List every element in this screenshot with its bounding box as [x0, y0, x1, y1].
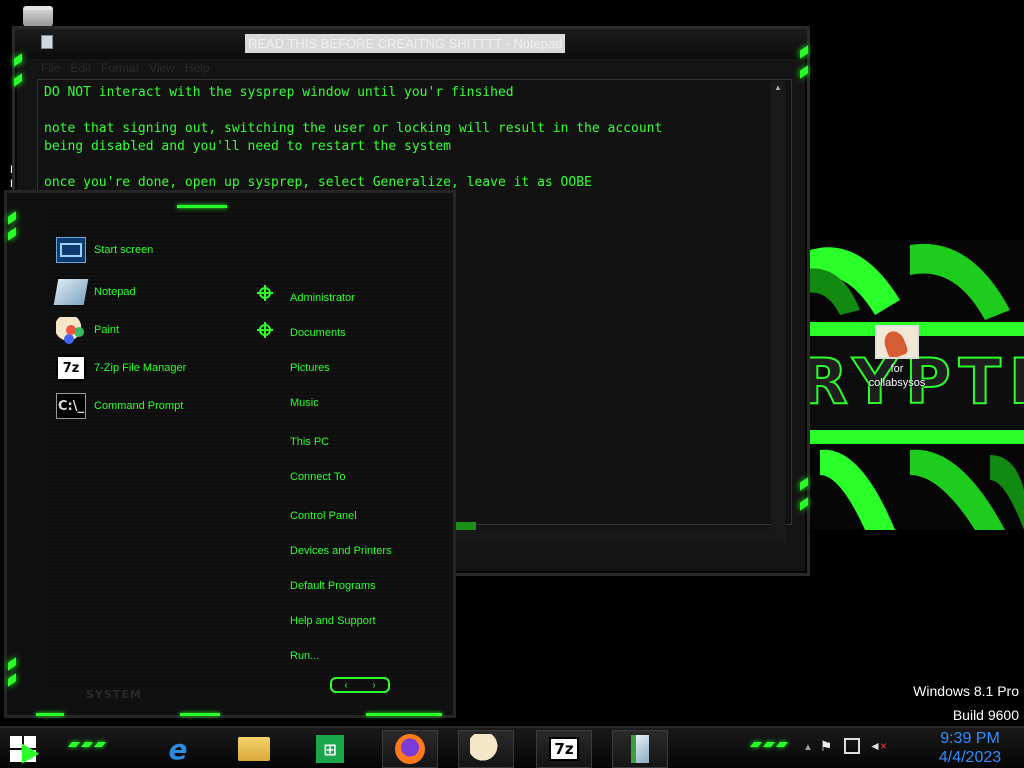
desktop-shortcut-label: for collabsysos — [868, 363, 926, 389]
start-place-help-support[interactable]: Help and Support — [290, 615, 376, 627]
menu-help[interactable]: Help — [185, 61, 210, 79]
cmd-icon: C:\_ — [56, 393, 86, 419]
start-place-default-programs[interactable]: Default Programs — [290, 580, 376, 592]
clock-date: 4/4/2023 — [938, 749, 1002, 766]
taskbar-internet-explorer[interactable]: e — [150, 730, 206, 768]
start-place-run[interactable]: Run... — [290, 650, 319, 662]
start-place-pictures[interactable]: Pictures — [290, 362, 330, 374]
scroll-up-icon[interactable]: ▲ — [771, 81, 785, 95]
notepad-icon — [53, 279, 89, 305]
taskbar-file-explorer[interactable] — [226, 730, 282, 768]
window-title: READ THIS BEFORE CREAITNG SHITTTT - Note… — [245, 34, 566, 53]
menu-file[interactable]: File — [41, 61, 60, 79]
start-app-notepad[interactable]: Notepad — [53, 278, 136, 306]
7zip-icon: 7z — [549, 737, 579, 761]
notepad-menubar: File Edit Format View Help — [37, 61, 797, 79]
taskbar-led — [749, 742, 789, 747]
start-app-7zip[interactable]: 7z 7-Zip File Manager — [56, 354, 186, 382]
start-app-label: 7-Zip File Manager — [94, 362, 187, 374]
image-file-icon — [875, 325, 919, 359]
crosshair-icon — [257, 285, 273, 301]
start-app-paint[interactable]: Paint — [56, 316, 119, 344]
volume-muted-icon[interactable] — [870, 738, 886, 754]
taskbar-7zip[interactable]: 7z — [536, 730, 592, 768]
menu-format[interactable]: Format — [101, 61, 139, 79]
taskbar: e ⊞ 7z ▲ 9:39 PM 4/4/2023 — [0, 726, 1024, 768]
chevron-left-icon: ‹ — [344, 679, 348, 691]
internet-explorer-icon: e — [168, 732, 188, 766]
start-place-music[interactable]: Music — [290, 397, 319, 409]
start-menu-bottom-led — [36, 713, 64, 716]
desktop-shortcut-collabsysos[interactable]: for collabsysos — [862, 325, 932, 390]
windows-version-watermark: Windows 8.1 Pro — [913, 683, 1019, 699]
store-icon: ⊞ — [316, 735, 344, 763]
system-tray — [818, 738, 886, 754]
taskbar-clock[interactable]: 9:39 PM 4/4/2023 — [925, 729, 1015, 767]
windows-build-watermark: Build 9600 — [952, 707, 1019, 723]
chevron-right-icon: › — [372, 679, 376, 691]
notepad-app-icon[interactable] — [41, 35, 53, 49]
start-screen-icon — [56, 237, 86, 263]
start-place-documents[interactable]: Documents — [290, 327, 346, 339]
crosshair-icon — [257, 322, 273, 338]
taskbar-notepad[interactable] — [612, 730, 668, 768]
network-icon[interactable] — [844, 738, 860, 754]
show-hidden-icons-button[interactable]: ▲ — [803, 742, 813, 753]
action-center-flag-icon[interactable] — [818, 738, 834, 754]
start-place-connect-to[interactable]: Connect To — [290, 471, 345, 483]
taskbar-paint[interactable] — [458, 730, 514, 768]
start-place-this-pc[interactable]: This PC — [290, 436, 329, 448]
start-app-command-prompt[interactable]: C:\_ Command Prompt — [56, 392, 183, 420]
start-place-control-panel[interactable]: Control Panel — [290, 510, 357, 522]
notepad-titlebar[interactable]: READ THIS BEFORE CREAITNG SHITTTT - Note… — [15, 29, 807, 59]
vertical-scrollbar[interactable]: ▲ ▼ — [771, 81, 785, 543]
folder-icon — [238, 737, 270, 761]
taskbar-firefox[interactable] — [382, 730, 438, 768]
paint-icon — [56, 317, 86, 343]
start-menu[interactable] — [4, 190, 456, 718]
start-place-administrator[interactable]: Administrator — [290, 292, 355, 304]
notepad-icon — [631, 735, 649, 763]
start-app-start-screen[interactable]: Start screen — [56, 236, 153, 264]
start-app-label: Start screen — [94, 244, 154, 256]
shutdown-button[interactable]: ‹ › — [330, 677, 390, 693]
menu-view[interactable]: View — [149, 61, 175, 79]
firefox-icon — [395, 734, 425, 764]
start-menu-footer: SYSTEM — [86, 688, 142, 701]
start-app-label: Paint — [94, 324, 120, 336]
menu-edit[interactable]: Edit — [70, 61, 91, 79]
start-menu-top-led — [177, 205, 227, 208]
start-menu-bottom-led — [366, 713, 442, 716]
paint-icon — [470, 734, 502, 764]
start-app-label: Command Prompt — [94, 400, 184, 412]
taskbar-led — [67, 742, 107, 747]
start-app-label: Notepad — [94, 286, 136, 298]
start-place-devices-printers[interactable]: Devices and Printers — [290, 545, 392, 557]
7zip-icon: 7z — [56, 355, 86, 381]
start-menu-bottom-led — [180, 713, 220, 716]
taskbar-store[interactable]: ⊞ — [302, 730, 358, 768]
clock-time: 9:39 PM — [940, 730, 1000, 747]
